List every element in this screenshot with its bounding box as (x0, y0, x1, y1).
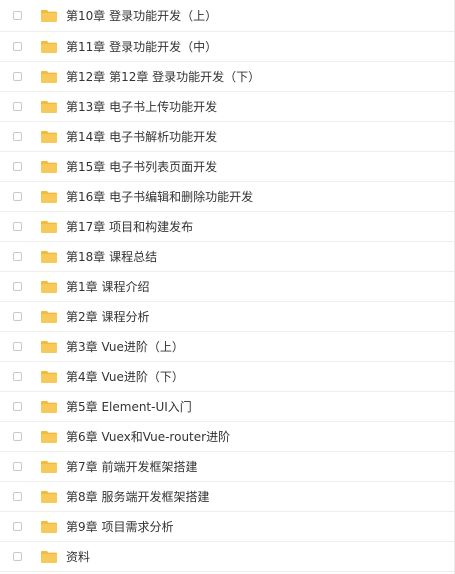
folder-icon (40, 460, 58, 474)
folder-name[interactable]: 第17章 项目和构建发布 (66, 221, 193, 233)
list-item[interactable]: 第9章 项目需求分析 (0, 512, 454, 542)
folder-icon (40, 340, 58, 354)
folder-name[interactable]: 第13章 电子书上传功能开发 (66, 101, 217, 113)
select-checkbox[interactable] (13, 552, 22, 561)
folder-name[interactable]: 第12章 第12章 登录功能开发（下） (66, 71, 260, 83)
select-checkbox[interactable] (13, 102, 22, 111)
list-item[interactable]: 第16章 电子书编辑和删除功能开发 (0, 182, 454, 212)
folder-name[interactable]: 第11章 登录功能开发（中） (66, 41, 217, 53)
list-item[interactable]: 第5章 Element-UI入门 (0, 392, 454, 422)
folder-icon (40, 490, 58, 504)
select-checkbox[interactable] (13, 402, 22, 411)
folder-name[interactable]: 第5章 Element-UI入门 (66, 401, 192, 413)
folder-name[interactable]: 第18章 课程总结 (66, 251, 157, 263)
select-checkbox[interactable] (13, 522, 22, 531)
list-item[interactable]: 第12章 第12章 登录功能开发（下） (0, 62, 454, 92)
folder-name[interactable]: 第4章 Vue进阶（下） (66, 371, 184, 383)
folder-name[interactable]: 第3章 Vue进阶（上） (66, 341, 184, 353)
list-item[interactable]: 资料 (0, 542, 454, 572)
folder-icon (40, 70, 58, 84)
select-checkbox[interactable] (13, 432, 22, 441)
select-checkbox[interactable] (13, 11, 22, 20)
list-item[interactable]: 第18章 课程总结 (0, 242, 454, 272)
list-item[interactable]: 第2章 课程分析 (0, 302, 454, 332)
folder-name[interactable]: 第9章 项目需求分析 (66, 521, 173, 533)
folder-name[interactable]: 第1章 课程介绍 (66, 281, 149, 293)
select-checkbox[interactable] (13, 312, 22, 321)
folder-icon (40, 520, 58, 534)
list-item[interactable]: 第7章 前端开发框架搭建 (0, 452, 454, 482)
list-item[interactable]: 第6章 Vuex和Vue-router进阶 (0, 422, 454, 452)
folder-name[interactable]: 第10章 登录功能开发（上） (66, 10, 217, 22)
folder-icon (40, 400, 58, 414)
folder-name[interactable]: 第6章 Vuex和Vue-router进阶 (66, 431, 230, 443)
folder-icon (40, 190, 58, 204)
select-checkbox[interactable] (13, 372, 22, 381)
select-checkbox[interactable] (13, 162, 22, 171)
list-item[interactable]: 第8章 服务端开发框架搭建 (0, 482, 454, 512)
select-checkbox[interactable] (13, 42, 22, 51)
list-item[interactable]: 第15章 电子书列表页面开发 (0, 152, 454, 182)
folder-icon (40, 370, 58, 384)
list-item[interactable]: 第3章 Vue进阶（上） (0, 332, 454, 362)
select-checkbox[interactable] (13, 72, 22, 81)
list-item[interactable]: 第17章 项目和构建发布 (0, 212, 454, 242)
file-list: 第10章 登录功能开发（上） 第11章 登录功能开发（中） 第12章 第12章 … (0, 0, 455, 574)
folder-icon (40, 550, 58, 564)
select-checkbox[interactable] (13, 192, 22, 201)
select-checkbox[interactable] (13, 492, 22, 501)
folder-name[interactable]: 第16章 电子书编辑和删除功能开发 (66, 191, 253, 203)
select-checkbox[interactable] (13, 462, 22, 471)
select-checkbox[interactable] (13, 222, 22, 231)
select-checkbox[interactable] (13, 282, 22, 291)
select-checkbox[interactable] (13, 342, 22, 351)
folder-icon (40, 250, 58, 264)
select-checkbox[interactable] (13, 252, 22, 261)
folder-icon (40, 310, 58, 324)
folder-name[interactable]: 第14章 电子书解析功能开发 (66, 131, 217, 143)
folder-icon (40, 130, 58, 144)
folder-name[interactable]: 第15章 电子书列表页面开发 (66, 161, 217, 173)
folder-icon (40, 9, 58, 23)
list-item[interactable]: 第14章 电子书解析功能开发 (0, 122, 454, 152)
folder-icon (40, 40, 58, 54)
folder-name[interactable]: 第7章 前端开发框架搭建 (66, 461, 197, 473)
folder-name[interactable]: 第2章 课程分析 (66, 311, 149, 323)
folder-name[interactable]: 第8章 服务端开发框架搭建 (66, 491, 209, 503)
folder-icon (40, 160, 58, 174)
list-item[interactable]: 第11章 登录功能开发（中） (0, 32, 454, 62)
folder-icon (40, 430, 58, 444)
list-item[interactable]: 第1章 课程介绍 (0, 272, 454, 302)
folder-icon (40, 280, 58, 294)
list-item[interactable]: 第13章 电子书上传功能开发 (0, 92, 454, 122)
folder-icon (40, 100, 58, 114)
list-item[interactable]: 第10章 登录功能开发（上） (0, 0, 454, 32)
list-item[interactable]: 第4章 Vue进阶（下） (0, 362, 454, 392)
folder-name[interactable]: 资料 (66, 551, 90, 563)
select-checkbox[interactable] (13, 132, 22, 141)
folder-icon (40, 220, 58, 234)
